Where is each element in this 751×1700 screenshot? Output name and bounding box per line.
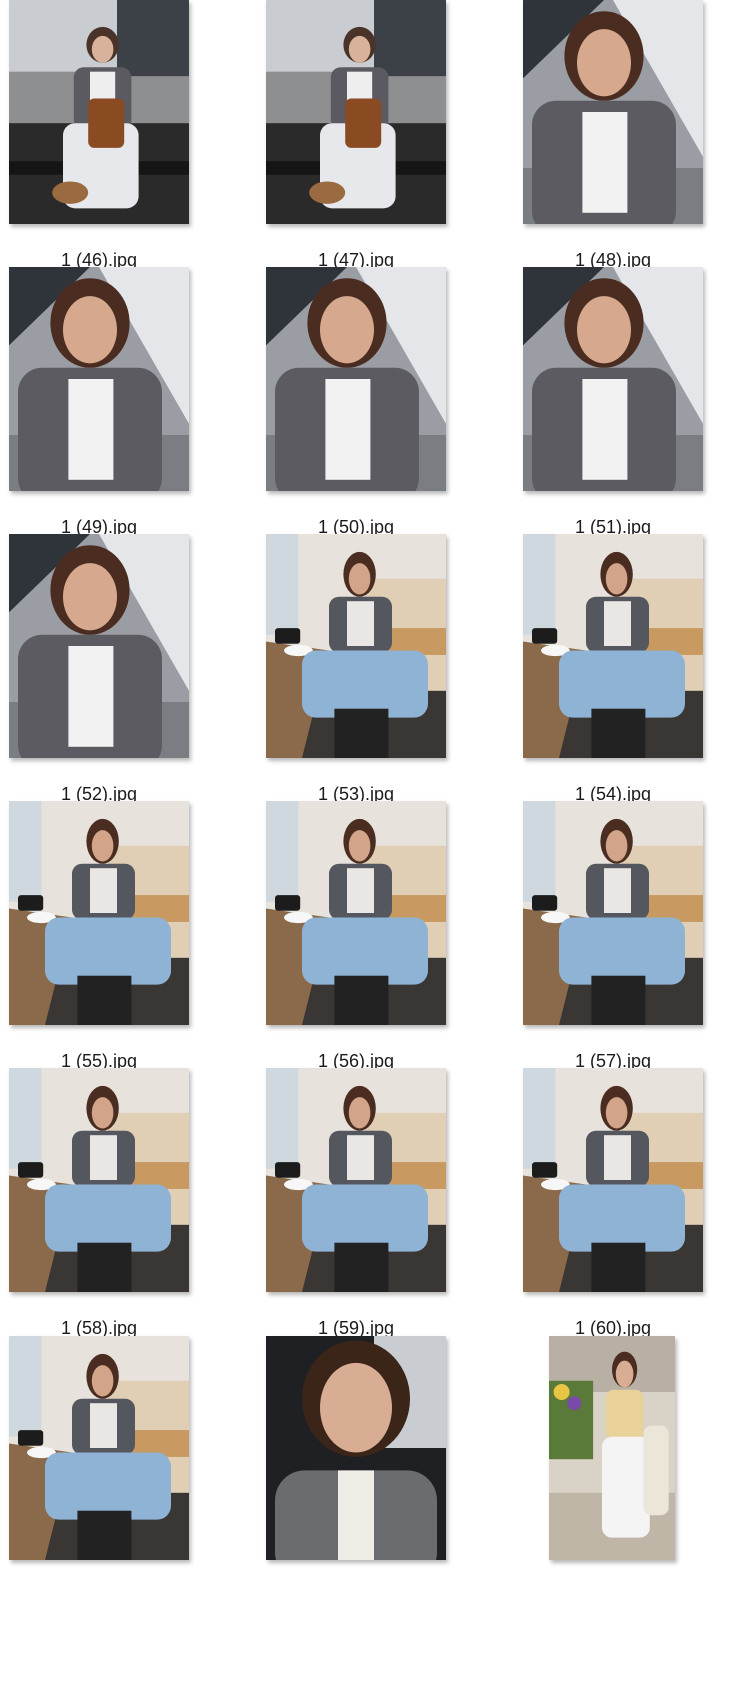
- file-thumbnail[interactable]: [9, 801, 189, 1025]
- file-thumbnail[interactable]: [266, 0, 446, 224]
- file-item[interactable]: 1 (56).jpg: [257, 801, 513, 1081]
- file-item[interactable]: 1 (52).jpg: [0, 534, 256, 814]
- file-thumbnail[interactable]: [9, 1336, 189, 1560]
- file-item[interactable]: 1 (54).jpg: [514, 534, 751, 814]
- file-item[interactable]: 1 (46).jpg: [0, 0, 256, 280]
- file-thumbnail[interactable]: [523, 1068, 703, 1292]
- file-thumbnail[interactable]: [266, 267, 446, 491]
- file-thumbnail[interactable]: [9, 0, 189, 224]
- file-thumbnail[interactable]: [266, 1336, 446, 1560]
- file-item[interactable]: 1 (57).jpg: [514, 801, 751, 1081]
- file-item[interactable]: 1 (53).jpg: [257, 534, 513, 814]
- file-item[interactable]: 1 (60).jpg: [514, 1068, 751, 1348]
- file-item[interactable]: [514, 1336, 751, 1616]
- file-item[interactable]: 1 (58).jpg: [0, 1068, 256, 1348]
- file-thumbnail[interactable]: [266, 534, 446, 758]
- file-thumbnail-grid: 1 (46).jpg 1 (47).jpg 1 (48).jpg 1 (49).…: [0, 0, 751, 1700]
- file-thumbnail[interactable]: [9, 534, 189, 758]
- file-thumbnail[interactable]: [523, 801, 703, 1025]
- file-thumbnail[interactable]: [523, 267, 703, 491]
- file-item[interactable]: 1 (55).jpg: [0, 801, 256, 1081]
- file-thumbnail[interactable]: [549, 1336, 675, 1560]
- file-item[interactable]: [0, 1336, 256, 1616]
- file-thumbnail[interactable]: [523, 0, 703, 224]
- file-thumbnail[interactable]: [523, 534, 703, 758]
- file-item[interactable]: 1 (50).jpg: [257, 267, 513, 547]
- file-item[interactable]: 1 (47).jpg: [257, 0, 513, 280]
- file-item[interactable]: [257, 1336, 513, 1616]
- file-thumbnail[interactable]: [266, 1068, 446, 1292]
- file-thumbnail[interactable]: [9, 267, 189, 491]
- file-thumbnail[interactable]: [9, 1068, 189, 1292]
- file-item[interactable]: 1 (51).jpg: [514, 267, 751, 547]
- file-item[interactable]: 1 (48).jpg: [514, 0, 751, 280]
- file-thumbnail[interactable]: [266, 801, 446, 1025]
- file-item[interactable]: 1 (59).jpg: [257, 1068, 513, 1348]
- file-item[interactable]: 1 (49).jpg: [0, 267, 256, 547]
